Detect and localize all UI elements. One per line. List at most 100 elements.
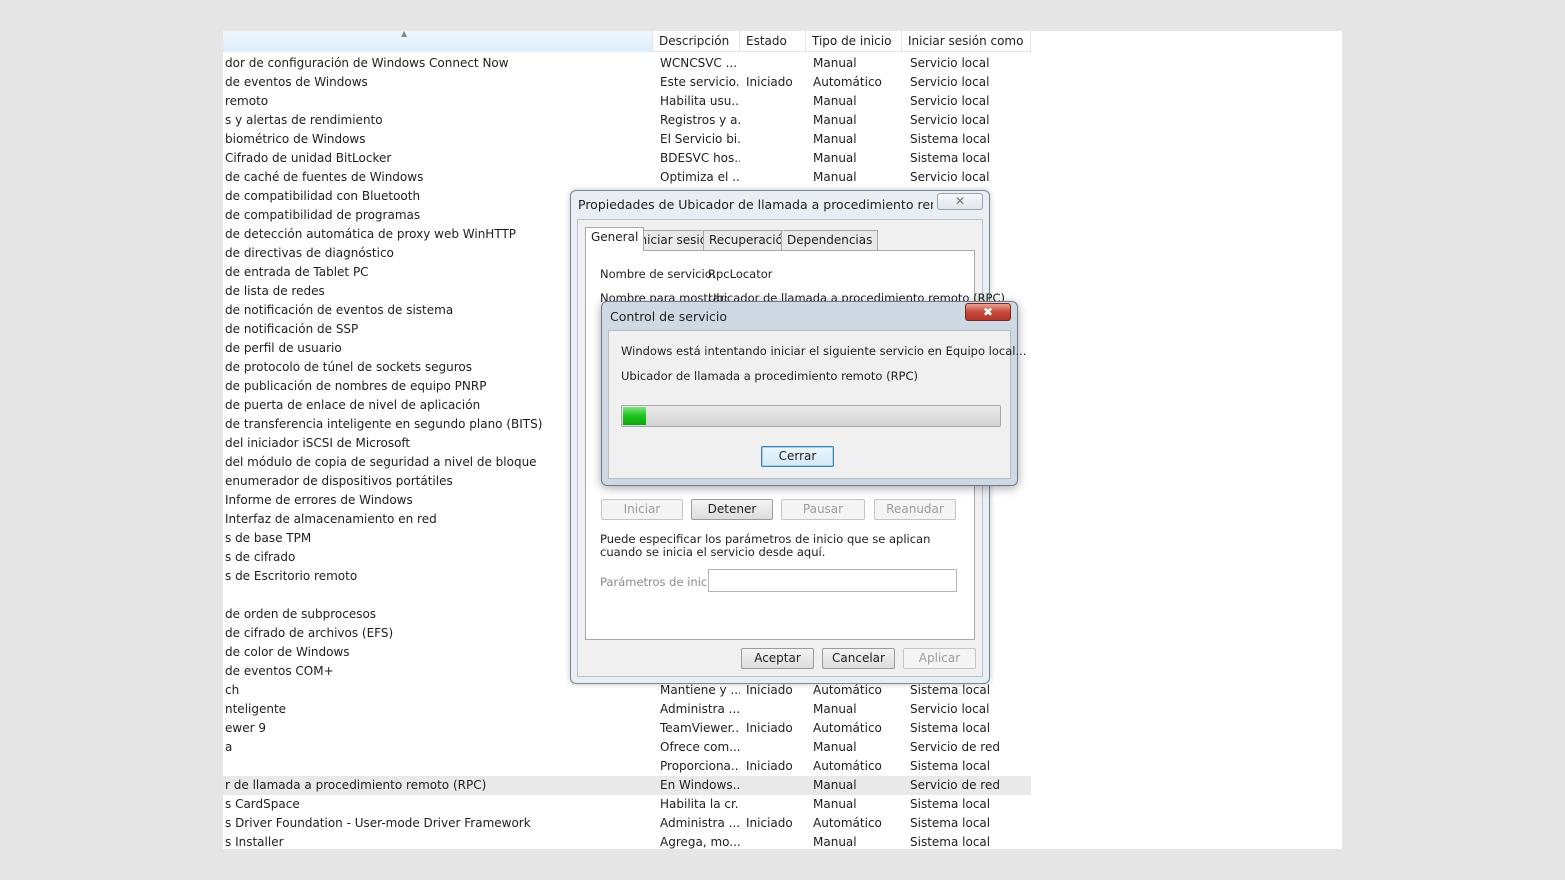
service-logon-as: Servicio local <box>910 170 990 184</box>
service-startup-type: Manual <box>813 170 857 184</box>
service-startup-type: Manual <box>813 113 857 127</box>
service-logon-as: Servicio local <box>910 56 990 70</box>
service-startup-type: Manual <box>813 56 857 70</box>
service-startup-type: Manual <box>813 151 857 165</box>
service-logon-as: Sistema local <box>910 797 991 811</box>
service-description: BDESVC hos... <box>660 151 740 165</box>
service-startup-type: Manual <box>813 797 857 811</box>
service-startup-type: Automático <box>813 75 882 89</box>
column-header-description[interactable]: Descripción <box>653 31 740 52</box>
sort-ascending-icon: ▲ <box>401 31 408 38</box>
table-row[interactable]: s y alertas de rendimiento Registros y a.… <box>223 111 1031 130</box>
service-name-label: Nombre de servicio: <box>600 267 716 281</box>
ok-button[interactable]: Aceptar <box>741 648 814 669</box>
start-params-hint: Puede especificar los parámetros de inic… <box>600 532 931 559</box>
service-description: TeamViewer... <box>660 721 740 735</box>
table-row[interactable]: s Driver Foundation - User-mode Driver F… <box>223 814 1031 833</box>
table-row[interactable]: de eventos de Windows Este servicio... Ini… <box>223 73 1031 92</box>
service-control-dialog: Control de servicio ✖ Windows está inten… <box>601 301 1026 486</box>
apply-button[interactable]: Aplicar <box>903 648 976 669</box>
service-logon-as: Sistema local <box>910 132 991 146</box>
resume-service-button[interactable]: Reanudar <box>874 499 956 520</box>
service-startup-type: Automático <box>813 721 882 735</box>
service-control-message: Windows está intentando iniciar el sigui… <box>621 344 1027 358</box>
progress-fill <box>623 407 646 425</box>
column-header-startup-type[interactable]: Tipo de inicio <box>806 31 902 52</box>
table-row[interactable]: ewer 9 TeamViewer... Iniciado Automático Sis… <box>223 719 1031 738</box>
start-params-input[interactable] <box>708 569 957 592</box>
service-name: biométrico de Windows <box>225 132 366 146</box>
table-row[interactable]: Cifrado de unidad BitLocker BDESVC hos...… <box>223 149 1031 168</box>
table-row[interactable]: biométrico de Windows El Servicio bi... Ma… <box>223 130 1031 149</box>
table-row[interactable]: a Ofrece com... Manual Servicio de red <box>223 738 1031 757</box>
column-header-row: ▲ Descripción Estado Tipo de inicio Inic… <box>223 31 1031 52</box>
service-logon-as: Servicio local <box>910 75 990 89</box>
service-logon-as: Servicio de red <box>910 740 1000 754</box>
service-name: r de llamada a procedimiento remoto (RPC… <box>225 778 487 792</box>
service-control-body: Windows está intentando iniciar el sigui… <box>608 330 1026 479</box>
service-state: Iniciado <box>746 75 793 89</box>
service-description: Habilita usu... <box>660 94 740 108</box>
close-icon: ✕ <box>954 194 966 208</box>
service-name: s CardSpace <box>225 797 300 811</box>
service-name: de eventos de Windows <box>225 75 368 89</box>
tab-general[interactable]: General <box>585 227 645 251</box>
start-progress-bar <box>621 405 1001 427</box>
service-control-close-button[interactable]: ✖ <box>965 303 1011 321</box>
service-description: Administra ... <box>660 702 740 716</box>
table-row[interactable]: nteligente Administra ... Manual Servicio l… <box>223 700 1031 719</box>
service-description: El Servicio bi... <box>660 132 740 146</box>
start-service-button[interactable]: Iniciar <box>601 499 683 520</box>
table-row[interactable]: r de llamada a procedimiento remoto (RPC… <box>223 776 1031 795</box>
table-row[interactable]: dor de configuración de Windows Connect … <box>223 54 1031 73</box>
table-row[interactable]: remoto Habilita usu... Manual Servicio loca… <box>223 92 1031 111</box>
close-icon: ✖ <box>982 305 994 319</box>
service-name: s Driver Foundation - User-mode Driver F… <box>225 816 531 830</box>
service-name: s y alertas de rendimiento <box>225 113 383 127</box>
service-name: ewer 9 <box>225 721 266 735</box>
service-logon-as: Servicio local <box>910 702 990 716</box>
dialog-title: Propiedades de Ubicador de llamada a pro… <box>578 197 933 212</box>
service-startup-type: Manual <box>813 132 857 146</box>
column-header-logon-as[interactable]: Iniciar sesión como <box>902 31 1031 52</box>
service-state: Iniciado <box>746 759 793 773</box>
stop-service-button[interactable]: Detener <box>691 499 773 520</box>
service-description: Optimiza el ... <box>660 170 740 184</box>
service-name: s Installer <box>225 835 284 849</box>
service-description: Proporciona... <box>660 759 740 773</box>
service-startup-type: Manual <box>813 702 857 716</box>
service-logon-as: Sistema local <box>910 151 991 165</box>
start-params-label: Parámetros de inicio: <box>600 575 722 589</box>
column-header-name[interactable]: ▲ <box>223 31 653 52</box>
service-startup-type: Manual <box>813 94 857 108</box>
service-name: dor de configuración de Windows Connect … <box>225 56 509 70</box>
service-description: Este servicio... <box>660 75 740 89</box>
service-name: Cifrado de unidad BitLocker <box>225 151 392 165</box>
close-dialog-button[interactable]: Cerrar <box>761 446 834 467</box>
service-name: a <box>225 740 233 754</box>
service-logon-as: Servicio local <box>910 113 990 127</box>
service-startup-type: Manual <box>813 778 857 792</box>
service-name: remoto <box>225 94 269 108</box>
table-row[interactable]: de caché de fuentes de Windows Optimiza e… <box>223 168 1031 187</box>
pause-service-button[interactable]: Pausar <box>781 499 865 520</box>
service-state: Iniciado <box>746 721 793 735</box>
service-name: de caché de fuentes de Windows <box>225 170 424 184</box>
service-startup-type: Manual <box>813 835 857 849</box>
service-logon-as: Sistema local <box>910 816 991 830</box>
table-row[interactable]: s Installer Agrega, mo... Manual Sistema lo… <box>223 833 1031 849</box>
service-logon-as: Sistema local <box>910 721 991 735</box>
service-startup-type: Manual <box>813 740 857 754</box>
service-logon-as: Sistema local <box>910 759 991 773</box>
table-row[interactable]: s CardSpace Habilita la cr... Manual Sistem… <box>223 795 1031 814</box>
service-startup-type: Automático <box>813 759 882 773</box>
dialog-close-button[interactable]: ✕ <box>937 193 983 210</box>
service-name-value: RpcLocator <box>708 267 773 281</box>
service-logon-as: Servicio de red <box>910 778 1000 792</box>
service-description: Administra ... <box>660 816 740 830</box>
cancel-button[interactable]: Cancelar <box>822 648 895 669</box>
column-header-state[interactable]: Estado <box>740 31 806 52</box>
tab-dependencies[interactable]: Dependencias <box>781 230 879 250</box>
service-description: Habilita la cr... <box>660 797 740 811</box>
table-row[interactable]: Proporciona... Iniciado Automático Sistema … <box>223 757 1031 776</box>
